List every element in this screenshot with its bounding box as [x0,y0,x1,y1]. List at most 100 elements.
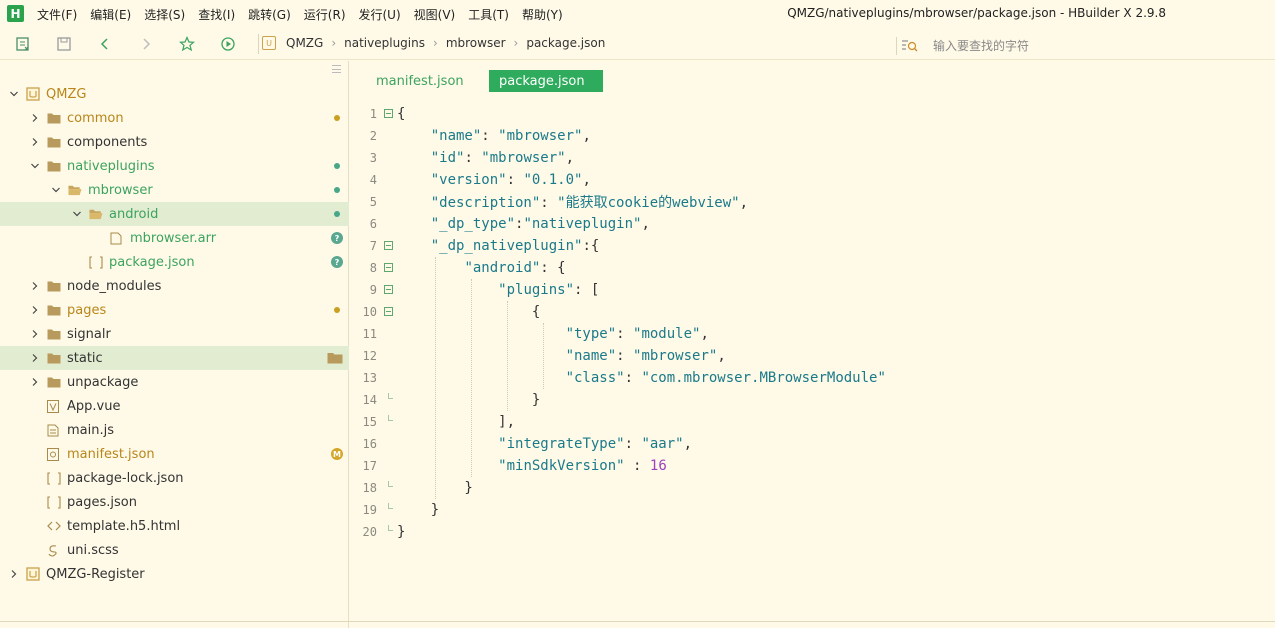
tree-item-qmzg[interactable]: QMZG [0,82,349,106]
menu-file[interactable]: 文件(F) [37,6,77,23]
project-root-icon: U [262,36,276,50]
code-line[interactable]: 11 "type": "module", [350,323,1275,345]
chevron-down-icon[interactable] [30,161,40,171]
tree-item-label: App.vue [67,398,121,414]
breadcrumb-item[interactable]: package.json [526,36,605,50]
tree-item-label: common [67,110,124,126]
tab-package-json[interactable]: package.json [489,70,603,92]
tree-item-static[interactable]: static [0,346,349,370]
code-line[interactable]: 14 } [350,389,1275,411]
tree-item-label: components [67,134,148,150]
menu-view[interactable]: 视图(V) [414,6,456,23]
tree-item-label: static [67,350,103,366]
open-folder-icon[interactable] [327,352,343,364]
code-line[interactable]: 18 } [350,477,1275,499]
tree-item-common[interactable]: common [0,106,349,130]
chevron-right-icon[interactable] [30,329,40,339]
fold-toggle-icon[interactable] [384,307,393,316]
indent-guide [471,279,472,477]
code-line[interactable]: 19 } [350,499,1275,521]
json-icon [89,255,103,269]
code-line[interactable]: 10 { [350,301,1275,323]
menu-tools[interactable]: 工具(T) [468,6,509,23]
tree-item-template-h5-html[interactable]: template.h5.html [0,514,349,538]
menu-find[interactable]: 查找(I) [198,6,235,23]
tree-item-manifest-json[interactable]: manifest.json M [0,442,349,466]
code-line[interactable]: 1{ [350,103,1275,125]
fold-toggle-icon[interactable] [384,285,393,294]
chevron-down-icon[interactable] [72,209,82,219]
folder-icon [47,279,61,293]
chevron-right-icon[interactable] [30,305,40,315]
code-line[interactable]: 7 "_dp_nativeplugin":{ [350,235,1275,257]
tree-item-label: manifest.json [67,446,155,462]
new-file-icon[interactable] [15,36,31,52]
tree-item-android[interactable]: android [0,202,349,226]
tab-manifest-json[interactable]: manifest.json [366,70,489,92]
menu-edit[interactable]: 编辑(E) [90,6,131,23]
code-line[interactable]: 15 ], [350,411,1275,433]
tree-item-pages[interactable]: pages [0,298,349,322]
tree-item-uni-scss[interactable]: uni.scss [0,538,349,562]
back-icon[interactable] [97,36,113,52]
star-icon[interactable] [179,36,195,52]
code-line[interactable]: 20} [350,521,1275,543]
tree-item-label: pages.json [67,494,137,510]
tree-item-package-json[interactable]: package.json? [0,250,349,274]
code-line[interactable]: 8 "android": { [350,257,1275,279]
tree-item-signalr[interactable]: signalr [0,322,349,346]
menu-goto[interactable]: 跳转(G) [248,6,291,23]
tree-item-unpackage[interactable]: unpackage [0,370,349,394]
fold-toggle-icon[interactable] [384,241,393,250]
menu-run[interactable]: 运行(R) [304,6,346,23]
tree-item-main-js[interactable]: main.js [0,418,349,442]
line-number: 12 [362,349,377,363]
chevron-right-icon[interactable] [30,281,40,291]
chevron-right-icon[interactable] [30,377,40,387]
chevron-right-icon[interactable] [9,569,19,579]
run-icon[interactable] [220,36,236,52]
chevron-right-icon[interactable] [30,137,40,147]
search-icon[interactable] [901,39,919,53]
menu-select[interactable]: 选择(S) [144,6,185,23]
code-line[interactable]: 4 "version": "0.1.0", [350,169,1275,191]
search-input[interactable] [933,39,1233,53]
breadcrumb-item[interactable]: nativeplugins [344,36,425,50]
js-icon [47,423,61,437]
menu-publish[interactable]: 发行(U) [359,6,401,23]
hbuilder-logo-icon: H [7,5,24,22]
code-line[interactable]: 6 "_dp_type":"nativeplugin", [350,213,1275,235]
code-line[interactable]: 9 "plugins": [ [350,279,1275,301]
code-line[interactable]: 13 "class": "com.mbrowser.MBrowserModule… [350,367,1275,389]
code-line[interactable]: 17 "minSdkVersion" : 16 [350,455,1275,477]
tree-item-package-lock-json[interactable]: package-lock.json [0,466,349,490]
chevron-right-icon[interactable] [30,113,40,123]
chevron-right-icon[interactable] [30,353,40,363]
forward-icon[interactable] [138,36,154,52]
folder-icon [47,327,61,341]
code-line[interactable]: 16 "integrateType": "aar", [350,433,1275,455]
resize-grip-icon[interactable] [332,65,341,73]
tree-item-label: mbrowser [88,182,153,198]
line-number: 10 [362,305,377,319]
code-line[interactable]: 2 "name": "mbrowser", [350,125,1275,147]
tree-item-mbrowser-arr[interactable]: mbrowser.arr? [0,226,349,250]
fold-toggle-icon[interactable] [384,109,393,118]
code-line[interactable]: 12 "name": "mbrowser", [350,345,1275,367]
code-line[interactable]: 5 "description": "能获取cookie的webview", [350,191,1275,213]
tree-item-nativeplugins[interactable]: nativeplugins [0,154,349,178]
tree-item-pages-json[interactable]: pages.json [0,490,349,514]
tree-item-mbrowser[interactable]: mbrowser [0,178,349,202]
chevron-down-icon[interactable] [9,89,19,99]
code-line[interactable]: 3 "id": "mbrowser", [350,147,1275,169]
tree-item-components[interactable]: components [0,130,349,154]
menu-help[interactable]: 帮助(Y) [522,6,563,23]
tree-item-qmzg-register[interactable]: QMZG-Register [0,562,349,586]
fold-toggle-icon[interactable] [384,263,393,272]
chevron-down-icon[interactable] [51,185,61,195]
breadcrumb-item[interactable]: mbrowser [446,36,506,50]
tree-item-app-vue[interactable]: App.vue [0,394,349,418]
tree-item-node-modules[interactable]: node_modules [0,274,349,298]
save-icon[interactable] [56,36,72,52]
breadcrumb-item[interactable]: QMZG [286,36,323,50]
